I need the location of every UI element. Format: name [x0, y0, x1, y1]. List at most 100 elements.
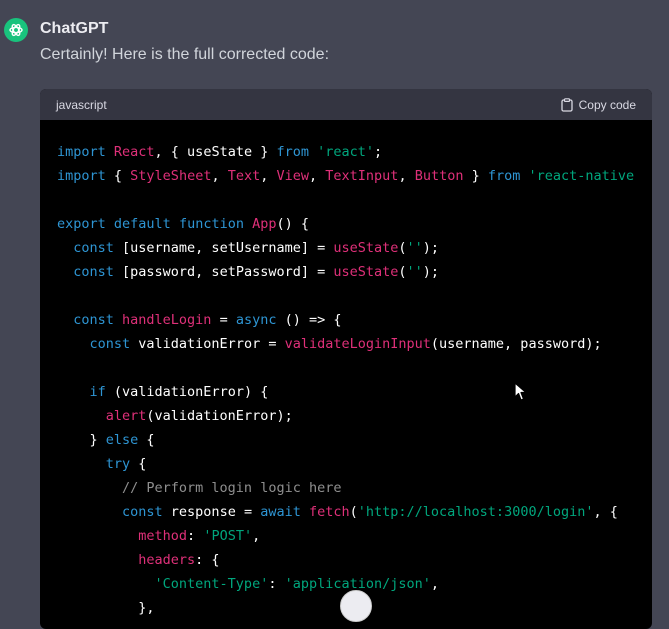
code-token: { — [138, 456, 147, 472]
code-line: alert(validationError); — [57, 404, 652, 428]
code-token: ( — [398, 264, 407, 280]
code-block: javascript Copy code import React, { use… — [40, 89, 652, 629]
code-token: method — [57, 528, 188, 544]
code-token: else — [105, 432, 147, 448]
code-token: [username, setUsername] = — [122, 240, 334, 256]
code-token: , — [252, 528, 261, 544]
code-token: (validationError) { — [113, 384, 269, 400]
code-token: () { — [276, 216, 309, 232]
code-token: ; — [374, 144, 383, 160]
code-token: }, — [57, 600, 155, 616]
code-token: () => { — [284, 312, 342, 328]
code-token: (username, password); — [430, 336, 602, 352]
code-token: [password, setPassword] = — [122, 264, 334, 280]
code-line: const handleLogin = async () => { — [57, 308, 652, 332]
code-token: try — [57, 456, 139, 472]
code-body: import React, { useState } from 'react';… — [40, 120, 652, 620]
code-token: '' — [406, 264, 423, 280]
code-token: } — [463, 168, 488, 184]
code-token: // Perform login logic here — [57, 480, 342, 496]
code-token: '' — [406, 240, 423, 256]
code-line: import React, { useState } from 'react'; — [57, 140, 652, 164]
code-token: StyleSheet — [130, 168, 212, 184]
code-token: const — [57, 336, 139, 352]
code-line: const response = await fetch('http://loc… — [57, 500, 652, 524]
code-token: Text — [227, 168, 261, 184]
code-token: headers — [57, 552, 196, 568]
code-token: validationError = — [138, 336, 285, 352]
code-token: ); — [422, 240, 440, 256]
code-token: 'http://localhost:3000/login' — [357, 504, 594, 520]
code-token: useState — [333, 240, 399, 256]
code-token: , { — [593, 504, 618, 520]
code-header: javascript Copy code — [40, 89, 652, 120]
scroll-down-button[interactable] — [340, 590, 372, 622]
code-token: 'react' — [317, 144, 375, 160]
copy-code-button[interactable]: Copy code — [560, 97, 636, 112]
chatgpt-avatar — [4, 18, 28, 42]
code-token: fetch — [308, 504, 350, 520]
code-token: const — [57, 312, 123, 328]
code-token: ( — [398, 240, 407, 256]
code-token: , — [211, 168, 228, 184]
code-token: from — [276, 144, 318, 160]
code-line: if (validationError) { — [57, 380, 652, 404]
code-token: export — [57, 216, 114, 232]
code-token: function — [178, 216, 253, 232]
code-token: React — [113, 144, 155, 160]
code-token: } — [57, 432, 106, 448]
mouse-pointer-icon — [514, 382, 527, 401]
code-token: , — [398, 168, 415, 184]
code-token: handleLogin — [122, 312, 212, 328]
code-language: javascript — [56, 97, 107, 112]
code-token: 'react-native — [528, 168, 635, 184]
code-token: await — [260, 504, 309, 520]
clipboard-icon — [560, 97, 573, 112]
code-token: from — [487, 168, 529, 184]
code-line: export default function App() { — [57, 212, 652, 236]
code-token: const — [57, 264, 123, 280]
code-token: const — [57, 240, 123, 256]
code-token: alert — [57, 408, 147, 424]
code-token: { — [113, 168, 131, 184]
code-token: , — [430, 576, 440, 592]
code-line: try { — [57, 452, 652, 476]
message-author: ChatGPT — [40, 20, 109, 37]
code-line: const [password, setPassword] = useState… — [57, 260, 652, 284]
message-intro: Certainly! Here is the full corrected co… — [40, 46, 330, 63]
code-token: import — [57, 168, 114, 184]
code-token: import — [57, 144, 114, 160]
code-token: = — [211, 312, 236, 328]
code-token: response = — [170, 504, 261, 520]
code-token: : — [187, 528, 204, 544]
code-token: ( — [349, 504, 358, 520]
code-line: method: 'POST', — [57, 524, 652, 548]
code-token: (validationError); — [146, 408, 293, 424]
code-line: // Perform login logic here — [57, 476, 652, 500]
code-token: : { — [195, 552, 220, 568]
code-token: ); — [422, 264, 440, 280]
code-token: TextInput — [325, 168, 399, 184]
code-token: default — [113, 216, 179, 232]
code-token: , { useState } — [154, 144, 277, 160]
code-token: useState — [333, 264, 399, 280]
code-token: if — [57, 384, 114, 400]
openai-logo-icon — [9, 23, 23, 37]
code-token: View — [276, 168, 310, 184]
code-token: , — [260, 168, 277, 184]
code-line: import { StyleSheet, Text, View, TextInp… — [57, 164, 652, 188]
code-token: validateLoginInput — [284, 336, 431, 352]
code-token: const — [57, 504, 171, 520]
code-line: } else { — [57, 428, 652, 452]
code-token: 'Content-Type' — [57, 576, 269, 592]
code-line: const validationError = validateLoginInp… — [57, 332, 652, 356]
code-token: App — [252, 216, 277, 232]
copy-code-label: Copy code — [578, 97, 636, 112]
code-token: 'POST' — [203, 528, 253, 544]
code-token: , — [309, 168, 326, 184]
code-line: const [username, setUsername] = useState… — [57, 236, 652, 260]
code-token: async — [235, 312, 285, 328]
